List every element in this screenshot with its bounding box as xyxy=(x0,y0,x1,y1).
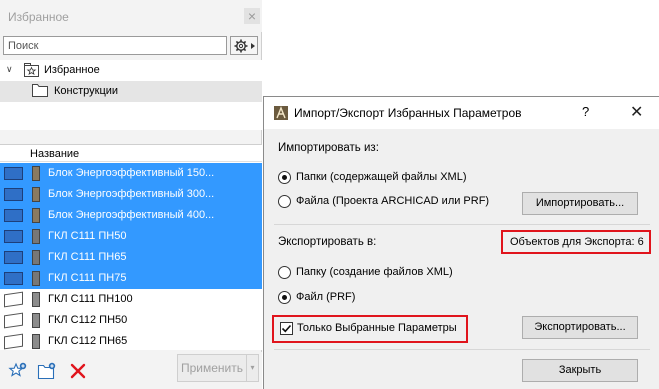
import-section-label: Импортировать из: xyxy=(278,142,379,154)
wall-type-icon xyxy=(32,229,40,244)
import-button[interactable]: Импортировать... xyxy=(522,192,638,215)
wall-preview-icon xyxy=(4,167,23,180)
wall-type-icon xyxy=(32,313,40,328)
only-selected-label[interactable]: Только Выбранные Параметры xyxy=(297,322,457,334)
favorites-title: Избранное xyxy=(8,10,69,24)
folder-icon xyxy=(32,84,48,97)
list-item[interactable]: ГКЛ С112 ПН50 xyxy=(0,310,262,331)
wall-preview-icon xyxy=(4,272,23,285)
wall-preview-icon xyxy=(4,188,23,201)
favorites-list: Название Блок Энергоэффективный 150... Б… xyxy=(0,144,262,350)
dialog-close-button[interactable]: ✕ xyxy=(630,102,643,122)
wall-preview-icon xyxy=(4,291,23,308)
tree-item-constructions[interactable]: Конструкции xyxy=(0,81,262,102)
wall-type-icon xyxy=(32,292,40,307)
wall-type-icon xyxy=(32,250,40,265)
favorites-close-button[interactable]: × xyxy=(244,8,260,24)
list-header: Название xyxy=(0,145,262,162)
tree-item-favorites[interactable]: ∨ Избранное xyxy=(0,60,262,81)
list-item[interactable]: ГКЛ С111 ПН65 xyxy=(0,247,262,268)
export-to-folder-label[interactable]: Папку (создание файлов XML) xyxy=(296,266,453,278)
favorites-panel: Избранное × ∨ Избранное xyxy=(0,0,262,389)
checkmark-icon xyxy=(281,324,292,333)
dialog-titlebar: Импорт/Экспорт Избранных Параметров ? ✕ xyxy=(264,97,659,129)
list-item-label: ГКЛ С111 ПН100 xyxy=(48,293,133,305)
section-divider xyxy=(274,349,650,350)
list-item[interactable]: ГКЛ С112 ПН65 xyxy=(0,331,262,352)
export-button[interactable]: Экспортировать... xyxy=(522,316,638,339)
list-item[interactable]: ГКЛ С111 ПН100 xyxy=(0,289,262,310)
wall-type-icon xyxy=(32,208,40,223)
export-count-highlight: Объектов для Экспорта: 6 xyxy=(501,230,651,254)
export-count-text: Объектов для Экспорта: 6 xyxy=(510,236,644,248)
add-folder-icon[interactable] xyxy=(37,361,57,381)
close-button[interactable]: Закрыть xyxy=(522,359,638,382)
dialog-title: Импорт/Экспорт Избранных Параметров xyxy=(294,106,522,120)
wall-preview-icon xyxy=(4,333,23,350)
search-input[interactable] xyxy=(3,36,227,55)
list-item[interactable]: Блок Энергоэффективный 150... xyxy=(0,163,262,184)
wall-type-icon xyxy=(32,166,40,181)
import-from-file-radio[interactable] xyxy=(278,195,291,208)
list-item-label: ГКЛ С111 ПН75 xyxy=(48,272,127,284)
list-item-label: Блок Энергоэффективный 150... xyxy=(48,167,215,179)
list-item-label: ГКЛ С112 ПН50 xyxy=(48,314,128,326)
list-item-label: Блок Энергоэффективный 300... xyxy=(48,188,215,200)
import-from-folder-radio[interactable] xyxy=(278,171,291,184)
apply-button[interactable]: Применить xyxy=(177,354,247,382)
export-to-file-label[interactable]: Файл (PRF) xyxy=(296,291,355,303)
list-item-label: ГКЛ С111 ПН50 xyxy=(48,230,127,242)
delete-icon[interactable] xyxy=(68,361,88,381)
list-item[interactable]: ГКЛ С111 ПН75 xyxy=(0,268,262,289)
list-item-label: Блок Энергоэффективный 400... xyxy=(48,209,215,221)
help-button[interactable]: ? xyxy=(582,104,589,119)
favorites-titlebar: Избранное × xyxy=(0,0,262,32)
import-export-dialog: Импорт/Экспорт Избранных Параметров ? ✕ … xyxy=(263,96,659,389)
list-item[interactable]: Блок Энергоэффективный 300... xyxy=(0,184,262,205)
settings-button[interactable] xyxy=(230,36,258,55)
list-item-label: ГКЛ С112 ПН65 xyxy=(48,335,128,347)
archicad-app-icon xyxy=(274,106,288,120)
gear-icon xyxy=(234,39,255,53)
wall-preview-icon xyxy=(4,209,23,222)
list-item-label: ГКЛ С111 ПН65 xyxy=(48,251,127,263)
favorites-tree: ∨ Избранное Конструкции xyxy=(0,60,262,130)
tree-item-label: Конструкции xyxy=(54,85,119,97)
apply-dropdown-arrow[interactable]: ▾ xyxy=(247,354,259,382)
section-divider xyxy=(274,224,650,225)
wall-type-icon xyxy=(32,187,40,202)
import-from-file-label[interactable]: Файла (Проекта ARCHICAD или PRF) xyxy=(296,195,489,207)
tree-item-label: Избранное xyxy=(44,64,100,76)
collapse-toggle-icon[interactable]: ∨ xyxy=(6,64,13,75)
import-from-folder-label[interactable]: Папки (содержащей файлы XML) xyxy=(296,171,467,183)
column-header-name[interactable]: Название xyxy=(30,148,79,160)
wall-preview-icon xyxy=(4,312,23,329)
list-item[interactable]: ГКЛ С111 ПН50 xyxy=(0,226,262,247)
wall-type-icon xyxy=(32,271,40,286)
add-favorite-icon[interactable] xyxy=(8,361,28,381)
list-item[interactable]: Блок Энергоэффективный 400... xyxy=(0,205,262,226)
wall-preview-icon xyxy=(4,251,23,264)
export-section-label: Экспортировать в: xyxy=(278,236,377,248)
wall-preview-icon xyxy=(4,230,23,243)
wall-type-icon xyxy=(32,334,40,349)
export-to-file-radio[interactable] xyxy=(278,291,291,304)
only-selected-checkbox[interactable] xyxy=(280,322,293,335)
favorites-folder-icon xyxy=(24,63,39,77)
export-to-folder-radio[interactable] xyxy=(278,266,291,279)
